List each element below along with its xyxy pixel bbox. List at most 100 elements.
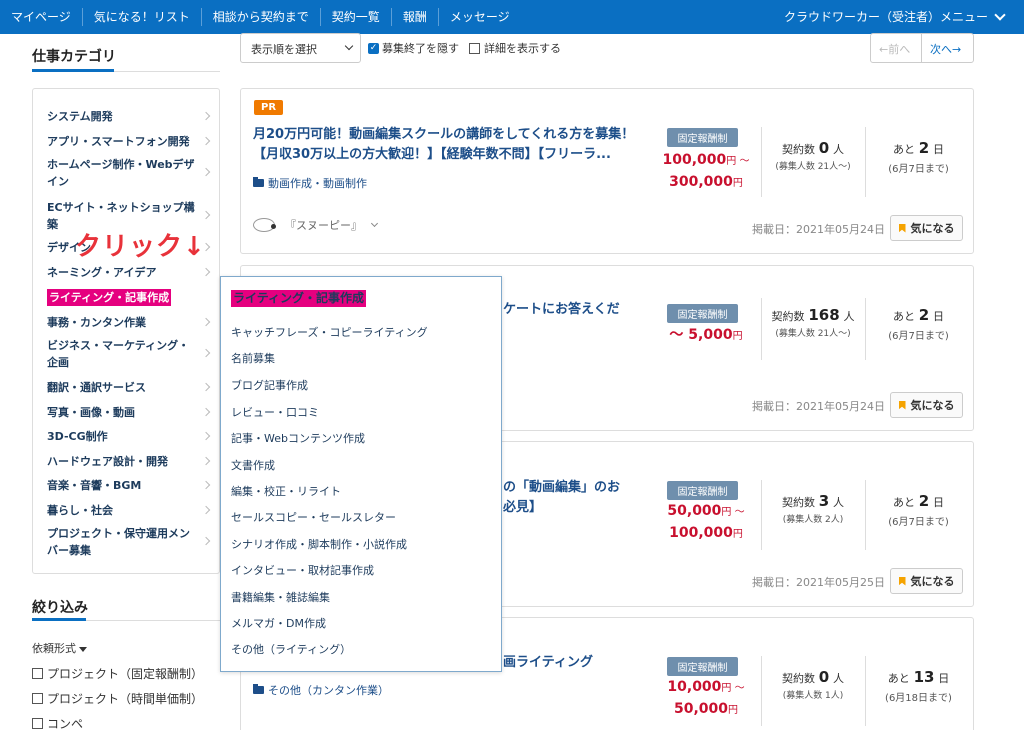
category-label: 写真・画像・動画 — [47, 406, 135, 419]
subcategory-item[interactable]: メルマガ・DM作成 — [231, 615, 326, 631]
category-project-members[interactable]: プロジェクト・保守運用メンバー募集 — [47, 525, 197, 559]
subcategory-item[interactable]: 書籍編集・雑誌編集 — [231, 589, 330, 605]
subcategory-item[interactable]: シナリオ作成・脚本制作・小説作成 — [231, 536, 407, 552]
filter-fixed-checkbox[interactable]: プロジェクト（固定報酬制） — [32, 665, 203, 682]
filter-hourly-checkbox[interactable]: プロジェクト（時間単価制） — [32, 690, 203, 707]
filter-option-label: プロジェクト（時間単価制） — [47, 692, 204, 706]
contract-label: 契約数 — [771, 310, 805, 323]
applicant-count: (募集人数 1人) — [782, 691, 844, 701]
request-type-label: 依頼形式 — [32, 642, 76, 655]
subcategory-item[interactable]: インタビュー・取材記事作成 — [231, 562, 374, 578]
checkbox[interactable] — [469, 42, 480, 54]
job-title-link[interactable]: ケートにお答えくだ — [503, 300, 663, 320]
deadline-date: (6月7日まで) — [888, 164, 949, 175]
price-min: 10,000 — [667, 679, 722, 695]
category-system-dev[interactable]: システム開発 — [47, 108, 207, 125]
show-details-checkbox[interactable]: 詳細を表示する — [469, 40, 561, 56]
price-max: 300,000 — [669, 174, 733, 190]
filter-competition-checkbox[interactable]: コンペ — [32, 715, 83, 730]
subcategory-item[interactable]: 名前募集 — [231, 350, 275, 366]
category-web-design[interactable]: ホームページ制作・Webデザイン — [47, 156, 197, 190]
price-unit: 円 — [732, 178, 743, 189]
watchlist-button[interactable]: 気になる — [890, 568, 963, 594]
contract-number: 168 — [808, 306, 840, 324]
category-business-marketing[interactable]: ビジネス・マーケティング・企画 — [47, 337, 199, 371]
folder-icon — [253, 177, 264, 187]
next-page-button[interactable]: 次へ→ — [921, 33, 974, 63]
job-title-link[interactable]: 画ライティング — [503, 653, 663, 673]
checkbox[interactable] — [32, 668, 43, 679]
checkmark-icon[interactable]: ✓ — [368, 42, 379, 54]
category-translation[interactable]: 翻訳・通訳サービス — [47, 379, 207, 396]
posted-date: 掲載日：2021年05月24日 — [752, 400, 885, 413]
subcategory-item[interactable]: 編集・校正・リライト — [231, 483, 341, 499]
subcategory-item[interactable]: ブログ記事作成 — [231, 377, 308, 393]
category-label: アプリ・スマートフォン開発 — [47, 135, 190, 148]
days-remaining: あと 2 日 (6月7日まで) — [866, 306, 971, 342]
prev-page-button[interactable]: ←前へ — [870, 33, 922, 63]
remain-unit: 日 — [933, 310, 945, 323]
category-label: ビジネス・マーケティング・企画 — [47, 339, 190, 369]
hide-closed-checkbox[interactable]: ✓ 募集終了を隠す — [368, 40, 459, 56]
job-category-link[interactable]: その他（カンタン作業） — [253, 682, 389, 698]
subcategory-item[interactable]: セールスコピー・セールスレター — [231, 509, 396, 525]
job-category-link[interactable]: 動画作成・動画制作 — [253, 175, 367, 191]
subcategory-item[interactable]: その他（ライティング） — [231, 641, 351, 657]
watchlist-button[interactable]: 気になる — [890, 392, 963, 418]
fixed-price-badge: 固定報酬制 — [667, 481, 738, 500]
worker-menu-button[interactable]: クラウドワーカー（受注者）メニュー — [784, 8, 1006, 25]
category-3dcg[interactable]: 3D-CG制作 — [47, 428, 207, 445]
nav-rewards[interactable]: 報酬 — [392, 8, 439, 26]
hide-closed-label: 募集終了を隠す — [382, 42, 459, 55]
sort-select-value: 表示順を選択 — [251, 43, 317, 56]
category-clerical[interactable]: 事務・カンタン作業 — [47, 314, 207, 331]
price-min: 50,000 — [667, 503, 722, 519]
subcategory-item[interactable]: 文書作成 — [231, 457, 275, 473]
contract-number: 0 — [818, 668, 830, 686]
checkbox[interactable] — [32, 718, 43, 729]
nav-contracts[interactable]: 契約一覧 — [321, 8, 392, 26]
client-info[interactable]: 『スヌーピー』 — [253, 217, 379, 233]
category-label: 事務・カンタン作業 — [47, 316, 146, 329]
subcategory-item[interactable]: レビュー・口コミ — [231, 404, 319, 420]
posted-date: 掲載日：2021年05月24日 — [752, 223, 885, 236]
subcategory-item[interactable]: キャッチフレーズ・コピーライティング — [231, 324, 428, 340]
remain-unit: 日 — [938, 672, 950, 685]
fixed-price-badge: 固定報酬制 — [667, 128, 738, 147]
price-unit: 円 — [732, 331, 743, 342]
remain-label: あと — [892, 143, 915, 156]
nav-mypage[interactable]: マイページ — [0, 8, 83, 26]
contract-count: 契約数 168 人 (募集人数 21人～) — [763, 306, 863, 339]
chevron-right-icon — [201, 348, 211, 358]
nav-messages[interactable]: メッセージ — [439, 8, 521, 26]
job-category-label: その他（カンタン作業） — [268, 684, 389, 697]
category-hardware[interactable]: ハードウェア設計・開発 — [47, 453, 207, 470]
request-type-toggle[interactable]: 依頼形式 — [32, 640, 87, 656]
price-range: ～ 5,000円 — [651, 325, 761, 347]
job-title-link[interactable]: の「動画編集」のお 必見】 — [503, 478, 663, 518]
bookmark-icon — [898, 223, 906, 233]
applicant-count: (募集人数 21人～) — [775, 162, 851, 172]
days-remaining: あと 13 日 (6月18日まで) — [866, 668, 971, 704]
category-writing[interactable]: ライティング・記事作成 — [47, 289, 172, 306]
chevron-down-icon — [370, 219, 379, 228]
subcategory-item[interactable]: 記事・Webコンテンツ作成 — [231, 430, 365, 446]
contract-unit: 人 — [833, 672, 845, 685]
category-music[interactable]: 音楽・音響・BGM — [47, 477, 207, 494]
job-title-link[interactable]: 月20万円可能！動画編集スクールの講師をしてくれる方を募集！ 【月収30万以上の… — [253, 125, 638, 165]
category-photo-video[interactable]: 写真・画像・動画 — [47, 404, 207, 421]
remain-label: あと — [892, 310, 915, 323]
nav-watchlist[interactable]: 気になる！リスト — [83, 8, 202, 26]
category-naming[interactable]: ネーミング・アイデア — [47, 264, 207, 281]
contract-count: 契約数 0 人 (募集人数 21人～) — [763, 139, 863, 172]
category-life-society[interactable]: 暮らし・社会 — [47, 502, 207, 519]
category-app-dev[interactable]: アプリ・スマートフォン開発 — [47, 133, 207, 150]
remain-unit: 日 — [933, 143, 945, 156]
days-remaining: あと 2 日 (6月7日まで) — [866, 139, 971, 175]
watchlist-button[interactable]: 気になる — [890, 215, 963, 241]
checkbox[interactable] — [32, 693, 43, 704]
job-title-line: 【月収30万以上の方大歓迎！】【経験年数不問】【フリーラ... — [253, 147, 611, 162]
flyout-title[interactable]: ライティング・記事作成 — [231, 290, 367, 307]
nav-consult-to-contract[interactable]: 相談から契約まで — [202, 8, 321, 26]
sort-select[interactable]: 表示順を選択 — [240, 33, 361, 63]
